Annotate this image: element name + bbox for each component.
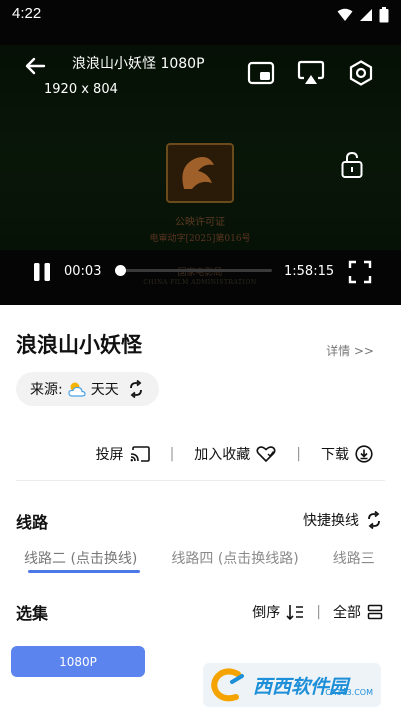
progress-bar[interactable] [120,269,272,272]
detail-link[interactable]: 详情 >> [326,342,374,359]
source-name: 天天 [90,382,119,398]
tool-separator: | [316,604,321,620]
cast-icon [130,446,150,462]
route-tab[interactable]: 线路四 (点击换线路) [171,548,298,568]
episode-tools: 倒序 | 全部 [252,602,383,622]
route-active-underline [28,570,140,573]
quick-switch-label: 快捷换线 [303,513,359,529]
watermark-badge: 西西软件园 CR173.COM [203,663,381,707]
fullscreen-icon[interactable] [348,260,372,284]
movie-title: 浪浪山小妖怪 [16,333,142,357]
cast-label: 投屏 [95,447,124,463]
cast-button[interactable]: 投屏 [96,444,150,464]
airplay-button[interactable] [297,60,325,86]
video-resolution: 1920 x 804 [44,82,118,97]
airplay-icon [297,60,325,84]
heart-icon [256,446,276,463]
episode-button-active[interactable]: 1080P [11,646,145,677]
route-tab[interactable]: 线路三 [333,548,375,568]
back-arrow-icon[interactable] [22,54,50,78]
download-label: 下载 [321,447,349,463]
wifi-icon [337,8,353,21]
refresh-icon [129,380,142,398]
status-bar: 4:22 [0,0,401,30]
list-icon [367,604,383,620]
sort-label: 倒序 [252,605,281,621]
watermark-subtext: CR173.COM [325,688,373,697]
action-row: 投屏 | 加入收藏 | 下载 [96,444,373,464]
license-title: 公映许可证 [175,217,225,228]
sort-button[interactable]: 倒序 [252,602,304,622]
status-icons [337,7,389,23]
player-controls: 00:03 1:58:15 [0,256,401,286]
pip-button[interactable] [247,60,275,86]
battery-icon [379,7,389,23]
player-top-icons [247,60,375,86]
favorite-label: 加入收藏 [194,447,251,463]
all-label: 全部 [333,605,361,621]
signal-icon [360,9,372,21]
weather-sun-cloud-icon [68,382,86,397]
action-separator: | [169,446,175,462]
duration: 1:58:15 [284,264,335,279]
refresh-icon [368,511,380,529]
video-player[interactable]: 4:22 公映许可证 电审动字[2025]第016号 国家电影局 CHINA F… [0,0,401,305]
all-episodes-button[interactable]: 全部 [333,602,383,622]
picture-in-picture-icon [247,61,275,85]
source-label: 来源: [30,382,63,398]
divider [16,480,385,481]
status-time: 4:22 [12,5,42,22]
route-tab-active[interactable]: 线路二 (点击换线) [24,548,140,573]
pause-icon[interactable] [32,262,52,282]
watermark-logo [203,663,253,707]
current-time: 00:03 [64,264,102,279]
favorite-button[interactable]: 加入收藏 [194,444,276,464]
settings-button[interactable] [347,60,375,86]
license-number: 电审动字[2025]第016号 [149,234,251,244]
progress-thumb[interactable] [115,265,126,276]
route-tab-label: 线路二 (点击换线) [24,551,138,567]
action-separator: | [296,446,301,462]
download-button[interactable]: 下载 [321,444,373,464]
download-icon [355,445,373,463]
dragon-logo [166,143,234,203]
route-tabs: 线路二 (点击换线) 线路四 (点击换线路) 线路三 [24,548,375,573]
routes-title: 线路 [16,513,49,532]
episodes-title: 选集 [16,604,49,623]
lock-icon[interactable] [340,150,364,180]
sort-icon [286,605,304,620]
quick-switch-button[interactable]: 快捷换线 [303,510,383,530]
hexagon-settings-icon [349,60,373,86]
video-title: 浪浪山小妖怪 1080P [72,56,205,72]
source-selector[interactable]: 来源: 天天 [16,372,159,406]
